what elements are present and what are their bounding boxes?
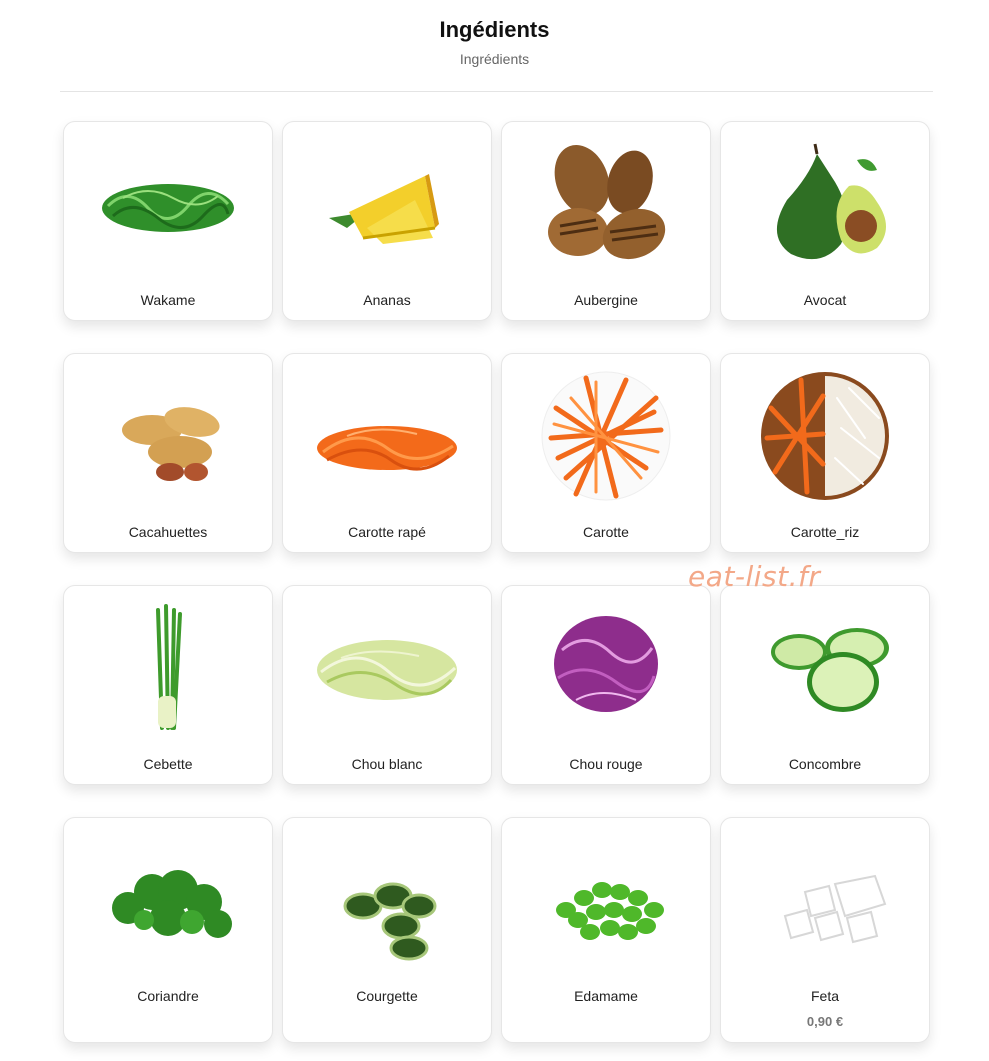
ingredient-card[interactable]: Edamame	[501, 817, 711, 1043]
ingredient-name: Chou blanc	[351, 756, 423, 772]
ingredient-name: Ananas	[363, 292, 411, 308]
ingredient-card[interactable]: Cebette	[63, 585, 273, 785]
page-title: Ingédients	[439, 17, 550, 42]
wakame-icon	[64, 136, 272, 276]
cucumber-icon	[721, 600, 929, 740]
ingredient-card[interactable]: Cacahuettes	[63, 353, 273, 553]
ingredient-price: 0,90 €	[806, 1014, 844, 1029]
ingredient-card[interactable]: Carotte_riz	[720, 353, 930, 553]
pineapple-icon	[283, 136, 491, 276]
header-divider	[60, 91, 933, 92]
feta-icon	[721, 832, 929, 972]
page-header: Ingédients Ingrédients	[0, 0, 989, 68]
ingredient-card[interactable]: Wakame	[63, 121, 273, 321]
coriander-icon	[64, 832, 272, 972]
grated-carrot-icon	[283, 368, 491, 508]
ingredient-card[interactable]: Carotte rapé	[282, 353, 492, 553]
zucchini-icon	[283, 832, 491, 972]
ingredient-card[interactable]: Ananas	[282, 121, 492, 321]
watermark: eat-list.fr	[688, 560, 821, 593]
ingredient-card[interactable]: Concombre	[720, 585, 930, 785]
ingredient-card[interactable]: Carotte	[501, 353, 711, 553]
ingredient-name: Carotte	[583, 524, 629, 540]
ingredient-name: Cebette	[143, 756, 193, 772]
edamame-icon	[502, 832, 710, 972]
ingredient-name: Coriandre	[137, 988, 199, 1004]
ingredient-name: Chou rouge	[569, 756, 643, 772]
white-cabbage-icon	[283, 600, 491, 740]
ingredient-name: Wakame	[140, 292, 196, 308]
ingredient-card[interactable]: Chou rouge	[501, 585, 711, 785]
eggplant-icon	[502, 136, 710, 276]
ingredient-card[interactable]: Courgette	[282, 817, 492, 1043]
ingredient-card[interactable]: Coriandre	[63, 817, 273, 1043]
ingredient-card[interactable]: Chou blanc	[282, 585, 492, 785]
ingredient-name: Concombre	[788, 756, 862, 772]
page-subtitle: Ingrédients	[459, 51, 530, 67]
ingredient-card[interactable]: Feta 0,90 €	[720, 817, 930, 1043]
ingredient-name: Avocat	[803, 292, 847, 308]
ingredient-name: Feta	[810, 988, 839, 1004]
spring-onion-icon	[64, 600, 272, 740]
ingredient-name: Carotte rapé	[348, 524, 426, 540]
red-cabbage-icon	[502, 600, 710, 740]
peanuts-icon	[64, 368, 272, 508]
ingredient-card[interactable]: Avocat	[720, 121, 930, 321]
ingredient-name: Aubergine	[574, 292, 638, 308]
carrot-rice-icon	[721, 368, 929, 508]
carrot-icon	[502, 368, 710, 508]
ingredient-name: Courgette	[356, 988, 418, 1004]
ingredient-name: Edamame	[574, 988, 638, 1004]
ingredient-name: Cacahuettes	[128, 524, 208, 540]
ingredient-name: Carotte_riz	[790, 524, 860, 540]
avocado-icon	[721, 136, 929, 276]
ingredient-card[interactable]: Aubergine	[501, 121, 711, 321]
